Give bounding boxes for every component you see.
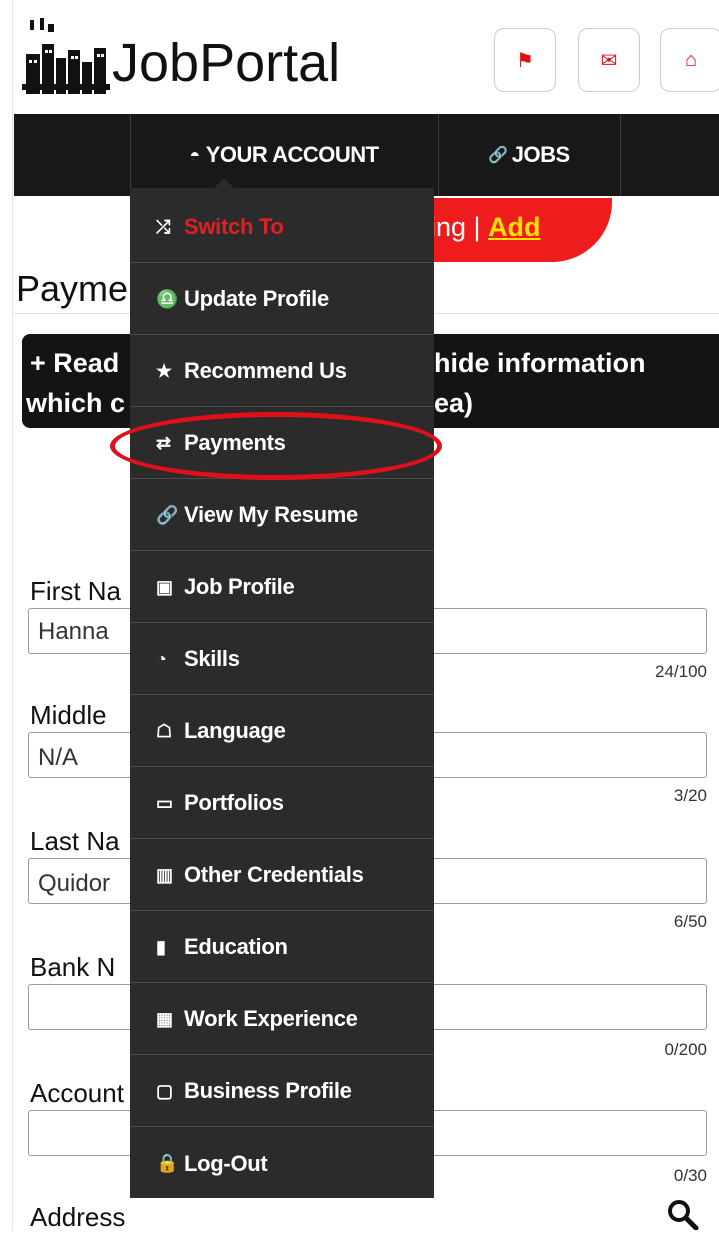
star-icon: ★	[156, 360, 172, 381]
main-navbar: ◓ YOUR ACCOUNT 🔗 JOBS	[14, 114, 719, 196]
notice-banner-text: ing | Add	[430, 212, 541, 242]
info-text-line2-right: ea)	[434, 388, 474, 418]
home-icon: ⌂	[684, 48, 698, 71]
menu-item-language[interactable]: ☖ Language	[130, 696, 434, 767]
nav-your-account[interactable]: ◓ YOUR ACCOUNT	[130, 114, 438, 196]
nav-your-account-label: YOUR ACCOUNT	[205, 142, 379, 167]
payments-highlight-annotation	[110, 412, 442, 480]
logo-text: JobPortal	[112, 33, 341, 93]
menu-item-work-experience[interactable]: ▦ Work Experience	[130, 984, 434, 1055]
first-name-char-count: 24/100	[655, 662, 707, 681]
page-title: Payme	[16, 268, 129, 309]
middle-name-value: N/A	[38, 744, 79, 771]
nav-divider	[620, 114, 621, 196]
your-account-dropdown: ⤮ Switch To ♎ Update Profile ★ Recommend…	[130, 188, 434, 1198]
info-text-line1-left: + Read	[30, 348, 120, 378]
menu-item-log-out[interactable]: 🔒 Log-Out	[130, 1128, 434, 1199]
menu-item-job-profile[interactable]: ▣ Job Profile	[130, 552, 434, 623]
link-icon: 🔗	[156, 504, 179, 525]
skills-icon: ◔	[156, 648, 167, 669]
middle-name-char-count: 3/20	[673, 786, 707, 805]
middle-name-label: Middle	[30, 700, 107, 730]
home-button[interactable]: ⌂	[660, 28, 719, 92]
menu-item-business-profile[interactable]: ▢ Business Profile	[130, 1056, 434, 1127]
lock-icon: 🔒	[156, 1153, 179, 1173]
first-name-value: Hanna	[38, 618, 109, 645]
credentials-icon: ▥	[156, 864, 173, 885]
last-name-value: Quidor	[38, 870, 111, 897]
language-icon: ☖	[156, 720, 172, 741]
search-icon[interactable]	[666, 1198, 700, 1230]
shuffle-icon: ⤮	[156, 216, 171, 237]
last-name-label: Last Na	[30, 826, 120, 856]
mail-icon: ✉	[600, 49, 618, 72]
account-icon: ◓	[189, 144, 200, 165]
flag-icon: ⚑	[516, 49, 534, 72]
account-char-count: 0/30	[673, 1166, 707, 1185]
site-logo[interactable]: JobPortal	[22, 6, 340, 96]
menu-item-view-my-resume[interactable]: 🔗 View My Resume	[130, 480, 434, 551]
portfolio-icon: ▭	[156, 792, 173, 813]
bank-name-char-count: 0/200	[664, 1040, 707, 1059]
bank-name-label: Bank N	[30, 952, 116, 982]
nav-jobs-label: JOBS	[511, 142, 570, 167]
city-skyline-logo-icon	[22, 18, 110, 94]
id-card-icon: ▣	[156, 576, 173, 597]
address-label: Address	[30, 1202, 126, 1232]
menu-item-education[interactable]: ▮ Education	[130, 912, 434, 983]
account-label: Account	[30, 1078, 124, 1108]
flag-button[interactable]: ⚑	[494, 28, 556, 92]
menu-item-other-credentials[interactable]: ▥ Other Credentials	[130, 840, 434, 911]
briefcase-icon: ▢	[156, 1080, 173, 1101]
link-icon: 🔗	[488, 147, 508, 164]
messages-button[interactable]: ✉	[578, 28, 640, 92]
info-text-line2-left: which c	[26, 388, 126, 418]
menu-item-switch-to[interactable]: ⤮ Switch To	[130, 192, 434, 263]
grid-icon: ▦	[156, 1008, 173, 1029]
nav-jobs[interactable]: 🔗 JOBS	[438, 114, 620, 196]
menu-item-recommend-us[interactable]: ★ Recommend Us	[130, 336, 434, 407]
info-text-line1-right: hide information	[434, 348, 646, 378]
add-link[interactable]: Add	[488, 212, 540, 242]
menu-item-portfolios[interactable]: ▭ Portfolios	[130, 768, 434, 839]
menu-item-update-profile[interactable]: ♎ Update Profile	[130, 264, 434, 335]
page-border	[12, 0, 13, 1231]
last-name-char-count: 6/50	[673, 912, 707, 931]
book-icon: ▮	[156, 936, 166, 957]
first-name-label: First Na	[30, 576, 121, 606]
menu-item-skills[interactable]: ◔ Skills	[130, 624, 434, 695]
user-icon: ♎	[156, 288, 179, 309]
